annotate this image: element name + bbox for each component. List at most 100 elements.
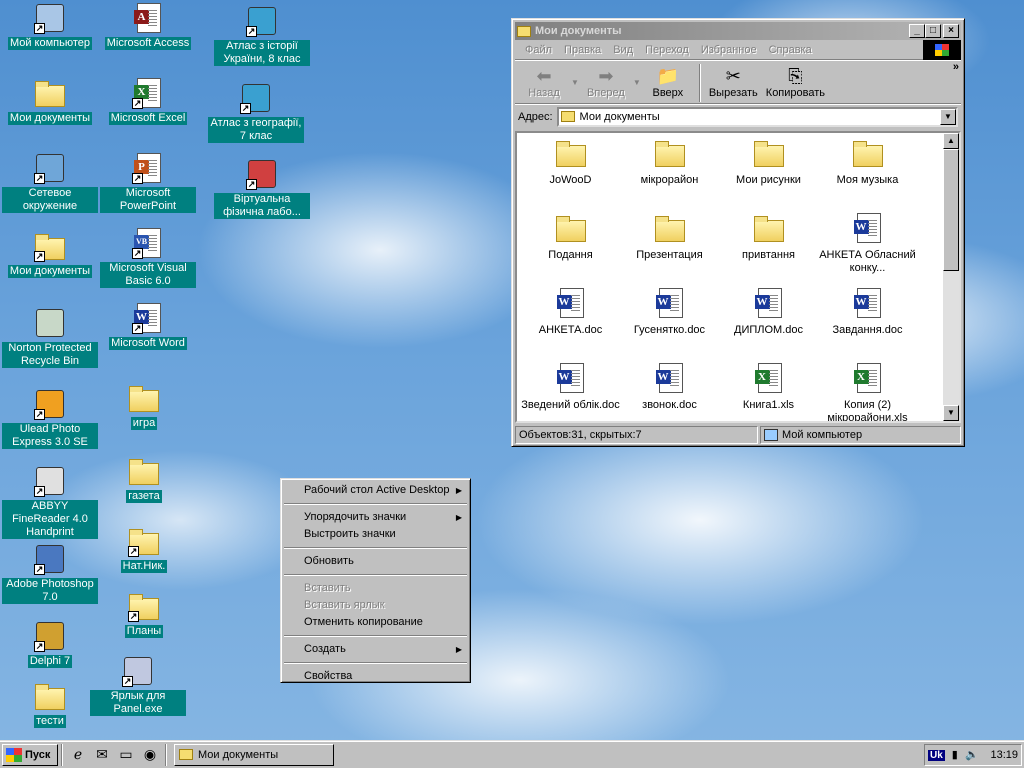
address-input[interactable]: Мои документы ▼	[556, 106, 958, 127]
vertical-scrollbar[interactable]: ▲ ▼	[943, 133, 959, 421]
desktop-icon-label: Сетевое окружение	[2, 187, 98, 213]
my-computer-icon: ↗	[34, 2, 66, 34]
clock[interactable]: 13:19	[990, 749, 1018, 761]
file-item[interactable]: привтання	[719, 212, 818, 262]
desktop-icon[interactable]: ↗ Нат.Ник.	[96, 525, 192, 573]
language-indicator[interactable]: Uk	[928, 749, 945, 761]
menu-edit[interactable]: Правка	[558, 44, 607, 56]
desktop-icon[interactable]: игра	[96, 382, 192, 430]
file-item[interactable]: X Книга1.xls	[719, 362, 818, 412]
file-name: Моя музыка	[836, 174, 899, 186]
scroll-thumb[interactable]	[943, 149, 959, 271]
menu-help[interactable]: Справка	[763, 44, 818, 56]
menu-go[interactable]: Переход	[639, 44, 695, 56]
desktop-icon[interactable]: W ↗ Microsoft Word	[100, 302, 196, 350]
back-button[interactable]: ⬅ Назад	[517, 64, 571, 100]
scroll-down-icon[interactable]: ▼	[943, 405, 959, 421]
file-item[interactable]: Моя музыка	[818, 137, 917, 187]
context-menu-item[interactable]: Упорядочить значки ▶	[283, 509, 468, 526]
close-button[interactable]: ×	[943, 24, 959, 38]
file-name: привтання	[742, 249, 795, 261]
desktop-icon[interactable]: VB ↗ Microsoft Visual Basic 6.0	[100, 227, 196, 288]
file-item[interactable]: мікрорайон	[620, 137, 719, 187]
file-name: Мои рисунки	[736, 174, 801, 186]
minimize-button[interactable]: _	[909, 24, 925, 38]
folder-icon	[753, 137, 785, 169]
desktop-icon[interactable]: Мои документы	[2, 77, 98, 125]
file-item[interactable]: Мои рисунки	[719, 137, 818, 187]
forward-dropdown-icon[interactable]: ▼	[633, 78, 641, 87]
show-desktop-icon[interactable]: ▭	[116, 745, 136, 765]
file-item[interactable]: W ДИПЛОМ.doc	[719, 287, 818, 337]
volume-icon[interactable]: 🔈	[965, 748, 979, 762]
maximize-button[interactable]: □	[925, 24, 941, 38]
desktop-icon-label: Мой компьютер	[7, 37, 93, 50]
word-document-icon: W	[852, 287, 884, 319]
desktop-icon[interactable]: P ↗ Microsoft PowerPoint	[100, 152, 196, 213]
start-button[interactable]: Пуск	[2, 743, 58, 766]
file-item[interactable]: W Завдання.doc	[818, 287, 917, 337]
desktop-icon[interactable]: Norton Protected Recycle Bin	[2, 307, 98, 368]
context-menu-item[interactable]: Выстроить значки	[283, 526, 468, 543]
file-item[interactable]: X Копия (2) мікрорайони.xls	[818, 362, 917, 421]
file-item[interactable]: Подання	[521, 212, 620, 262]
tray-app-icon[interactable]: ▮	[948, 748, 962, 762]
desktop-icon[interactable]: ↗ Ярлык для Panel.exe	[90, 655, 186, 716]
scroll-up-icon[interactable]: ▲	[943, 133, 959, 149]
desktop-icon[interactable]: ↗ Мои документы	[2, 230, 98, 278]
photoshop-icon: ↗	[34, 543, 66, 575]
shortcut-arrow-icon: ↗	[246, 179, 257, 190]
file-item[interactable]: Wзвонок.doc	[620, 362, 719, 412]
desktop-icon[interactable]: A Microsoft Access	[100, 2, 196, 50]
desktop-icon[interactable]: ↗ Віртуальна фізична лабо...	[214, 158, 310, 219]
address-dropdown-icon[interactable]: ▼	[940, 108, 956, 125]
context-menu-item[interactable]: Рабочий стол Active Desktop ▶	[283, 482, 468, 499]
desktop-icon[interactable]: ↗ ABBYY FineReader 4.0 Handprint	[2, 465, 98, 539]
context-menu-item[interactable]: Отменить копирование	[283, 614, 468, 631]
desktop-icon[interactable]: ↗ Adobe Photoshop 7.0	[2, 543, 98, 604]
file-item[interactable]: Презентация	[620, 212, 719, 262]
network-icon: ↗	[34, 152, 66, 184]
internet-explorer-icon[interactable]: ℯ	[68, 745, 88, 765]
file-item[interactable]: W АНКЕТА.doc	[521, 287, 620, 337]
file-item[interactable]: W АНКЕТА Обласний конку...	[818, 212, 917, 275]
submenu-arrow-icon: ▶	[455, 486, 462, 495]
menu-file[interactable]: Файл	[519, 44, 558, 56]
context-menu-item[interactable]: Обновить	[283, 553, 468, 570]
desktop-icon[interactable]: ↗ Delphi 7	[2, 620, 98, 668]
taskbar-item-my-documents[interactable]: Мои документы	[174, 743, 334, 766]
toolbar-more-icon[interactable]: »	[953, 61, 959, 73]
file-list[interactable]: JoWooD мікрорайон Мои рисунки Моя музыка Под…	[515, 131, 961, 423]
desktop-icon[interactable]: ↗ Ulead Photo Express 3.0 SE	[2, 388, 98, 449]
menu-bar: Файл Правка Вид Переход Избранное Справк…	[515, 40, 961, 60]
file-item[interactable]: W Гусенятко.doc	[620, 287, 719, 337]
explorer-window[interactable]: Мои документы _ □ × Файл Правка Вид Пере…	[511, 18, 965, 447]
forward-button[interactable]: ➡ Вперед	[579, 64, 633, 100]
window-titlebar[interactable]: Мои документы _ □ ×	[515, 22, 961, 40]
desktop-icon[interactable]: X ↗ Microsoft Excel	[100, 77, 196, 125]
menu-view[interactable]: Вид	[607, 44, 639, 56]
cut-button[interactable]: ✂ Вырезать	[705, 64, 762, 100]
up-button[interactable]: 📁 Вверх	[641, 64, 695, 100]
desktop-icon[interactable]: ↗ Планы	[96, 590, 192, 638]
access-icon: A	[132, 2, 164, 34]
desktop-icon[interactable]: ↗ Атлас з географії, 7 клас	[208, 82, 304, 143]
desktop-icon[interactable]: ↗ Сетевое окружение	[2, 152, 98, 213]
file-item[interactable]: JoWooD	[521, 137, 620, 187]
desktop-icon[interactable]: газета	[96, 455, 192, 503]
channels-icon[interactable]: ◉	[140, 745, 160, 765]
context-menu-item[interactable]: Свойства	[283, 668, 468, 685]
powerpoint-icon: P ↗	[132, 152, 164, 184]
back-dropdown-icon[interactable]: ▼	[571, 78, 579, 87]
desktop-icon[interactable]: ↗ Мой компьютер	[2, 2, 98, 50]
outlook-express-icon[interactable]: ✉	[92, 745, 112, 765]
context-menu-item[interactable]: Создать ▶	[283, 641, 468, 658]
file-item[interactable]: W Зведений облік.doc	[521, 362, 620, 412]
menu-favorites[interactable]: Избранное	[695, 44, 763, 56]
shortcut-arrow-icon: ↗	[246, 26, 257, 37]
copy-button[interactable]: ⎘ Копировать	[762, 64, 829, 100]
desktop-icon[interactable]: ↗ Атлас з історії України, 8 клас	[214, 5, 310, 66]
desktop-icon-label: Атлас з географії, 7 клас	[208, 117, 304, 143]
desktop-icon[interactable]: тести	[2, 680, 98, 728]
address-label: Адрес:	[518, 110, 553, 123]
